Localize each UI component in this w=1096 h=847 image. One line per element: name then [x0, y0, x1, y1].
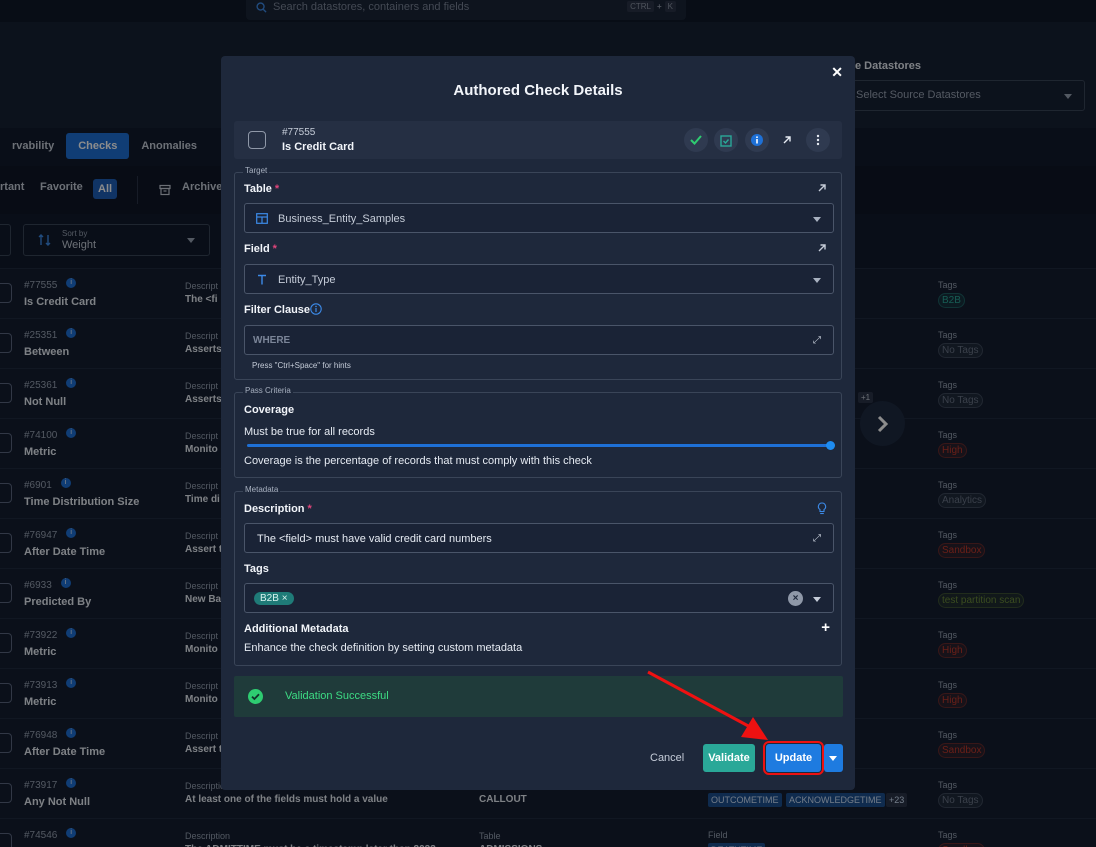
close-icon[interactable]: ✕ — [831, 64, 843, 81]
table-value: Business_Entity_Samples — [278, 213, 406, 225]
update-button[interactable]: Update — [763, 741, 824, 775]
chevron-down-icon[interactable] — [813, 597, 821, 602]
table-icon — [256, 213, 268, 224]
tag-chip-label: B2B — [260, 593, 279, 604]
checkmark-icon — [690, 135, 702, 145]
metadata-section: Metadata Description * The <field> must h… — [234, 485, 842, 666]
field-label: Field * — [244, 243, 277, 255]
table-select[interactable]: Business_Entity_Samples — [244, 203, 834, 233]
description-input[interactable]: The <field> must have valid credit card … — [244, 523, 834, 553]
field-value: Entity_Type — [278, 274, 336, 286]
coverage-slider[interactable] — [247, 441, 835, 450]
tags-select[interactable]: B2B × × — [244, 583, 834, 613]
field-select[interactable]: Entity_Type — [244, 264, 834, 294]
text-type-icon — [258, 274, 266, 285]
filter-clause-input[interactable]: WHERE ⤢ — [244, 325, 834, 355]
clipboard-check-icon — [720, 134, 732, 147]
validate-button[interactable]: Validate — [703, 744, 755, 772]
required-marker: * — [274, 183, 280, 195]
check-header: #77555 Is Credit Card — [234, 121, 842, 159]
tag-chip[interactable]: B2B × — [254, 592, 294, 605]
filter-placeholder: WHERE — [253, 335, 291, 346]
pass-criteria-legend: Pass Criteria — [243, 386, 293, 395]
lightbulb-icon[interactable] — [817, 502, 827, 515]
coverage-label: Coverage — [244, 404, 295, 416]
coverage-text: Must be true for all records — [244, 426, 375, 438]
description-label-text: Description — [244, 503, 305, 515]
filter-clause-label: Filter Clause — [244, 304, 311, 316]
target-section: Target Table * Business_Entity_Samples Fi… — [234, 166, 842, 380]
clear-icon[interactable]: × — [788, 591, 803, 606]
more-vertical-icon — [816, 134, 820, 146]
check-circle-icon — [248, 689, 263, 704]
authored-check-modal: Authored Check Details ✕ #77555 Is Credi… — [221, 56, 855, 790]
required-marker: * — [272, 243, 277, 255]
check-type-icon — [248, 131, 266, 149]
authored-button[interactable] — [714, 128, 738, 152]
validation-text: Validation Successful — [285, 690, 389, 702]
check-name: Is Credit Card — [282, 141, 355, 153]
coverage-help: Coverage is the percentage of records th… — [244, 455, 592, 467]
description-value: The <field> must have valid credit card … — [257, 533, 492, 545]
check-id: #77555 — [282, 127, 316, 138]
field-label-text: Field — [244, 243, 270, 255]
pass-criteria-section: Pass Criteria Coverage Must be true for … — [234, 386, 842, 478]
metadata-legend: Metadata — [243, 485, 281, 494]
tags-label: Tags — [244, 563, 269, 575]
table-label-text: Table — [244, 183, 272, 195]
chevron-down-icon — [813, 217, 821, 222]
info-icon — [751, 134, 763, 146]
more-options-button[interactable] — [806, 128, 830, 152]
filter-hint: Press "Ctrl+Space" for hints — [252, 361, 351, 370]
table-label: Table * — [244, 183, 279, 195]
slider-handle[interactable] — [826, 441, 835, 450]
cancel-button[interactable]: Cancel — [650, 752, 684, 764]
expand-icon[interactable]: ⤢ — [813, 335, 821, 346]
arrow-up-right-icon — [783, 136, 791, 144]
additional-metadata-help: Enhance the check definition by setting … — [244, 642, 523, 654]
validation-banner: Validation Successful — [234, 676, 843, 717]
info-icon[interactable] — [310, 303, 322, 315]
active-status-button[interactable] — [684, 128, 708, 152]
update-options-dropdown[interactable] — [824, 744, 843, 772]
info-button[interactable] — [745, 128, 769, 152]
additional-metadata-label: Additional Metadata — [244, 623, 349, 635]
remove-tag-icon[interactable]: × — [282, 593, 288, 604]
open-link-button[interactable] — [775, 128, 799, 152]
modal-title: Authored Check Details — [453, 82, 623, 99]
arrow-up-right-icon[interactable] — [817, 243, 827, 253]
arrow-up-right-icon[interactable] — [817, 183, 827, 193]
chevron-down-icon — [813, 278, 821, 283]
add-metadata-plus-icon[interactable]: + — [821, 619, 830, 636]
required-marker: * — [307, 503, 312, 515]
description-label: Description * — [244, 503, 312, 515]
target-legend: Target — [243, 166, 270, 175]
expand-icon[interactable]: ⤢ — [813, 533, 821, 544]
